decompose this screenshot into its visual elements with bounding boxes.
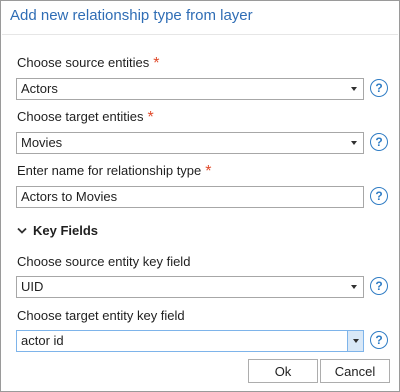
source-entities-label-text: Choose source entities bbox=[17, 55, 150, 70]
source-entities-label: Choose source entities * bbox=[17, 54, 159, 72]
help-icon[interactable]: ? bbox=[370, 133, 388, 151]
source-key-field-dropdown[interactable]: UID bbox=[16, 276, 364, 298]
chevron-down-icon bbox=[15, 224, 29, 238]
help-icon[interactable]: ? bbox=[370, 187, 388, 205]
source-entities-dropdown[interactable]: Actors bbox=[16, 78, 364, 100]
relationship-name-value: Actors to Movies bbox=[21, 189, 118, 204]
key-fields-section-toggle[interactable]: Key Fields bbox=[15, 223, 98, 238]
source-key-field-label: Choose source entity key field bbox=[17, 254, 191, 269]
required-asterisk: * bbox=[205, 163, 212, 180]
target-entities-label: Choose target entities * bbox=[17, 108, 154, 126]
title-divider bbox=[2, 34, 398, 35]
required-asterisk: * bbox=[147, 109, 154, 126]
chevron-down-icon[interactable] bbox=[347, 331, 363, 351]
relationship-name-label: Enter name for relationship type * bbox=[17, 162, 212, 180]
relationship-name-input[interactable]: Actors to Movies bbox=[16, 186, 364, 208]
target-key-field-dropdown[interactable]: actor id bbox=[16, 330, 364, 352]
chevron-down-icon bbox=[349, 133, 359, 153]
add-relationship-dialog: Add new relationship type from layer Cho… bbox=[0, 0, 400, 392]
dialog-title: Add new relationship type from layer bbox=[10, 7, 253, 24]
relationship-name-label-text: Enter name for relationship type bbox=[17, 163, 202, 178]
source-key-field-value: UID bbox=[21, 279, 44, 294]
help-icon[interactable]: ? bbox=[370, 79, 388, 97]
help-icon[interactable]: ? bbox=[370, 277, 388, 295]
chevron-down-icon bbox=[349, 79, 359, 99]
target-entities-value: Movies bbox=[21, 135, 63, 150]
help-icon[interactable]: ? bbox=[370, 331, 388, 349]
ok-button[interactable]: Ok bbox=[248, 359, 318, 383]
target-entities-label-text: Choose target entities bbox=[17, 109, 144, 124]
required-asterisk: * bbox=[153, 55, 160, 72]
cancel-button[interactable]: Cancel bbox=[320, 359, 390, 383]
target-key-field-label: Choose target entity key field bbox=[17, 308, 185, 323]
target-key-field-value: actor id bbox=[21, 333, 64, 348]
chevron-down-icon bbox=[349, 277, 359, 297]
source-entities-value: Actors bbox=[21, 81, 58, 96]
target-entities-dropdown[interactable]: Movies bbox=[16, 132, 364, 154]
key-fields-heading: Key Fields bbox=[33, 223, 99, 238]
